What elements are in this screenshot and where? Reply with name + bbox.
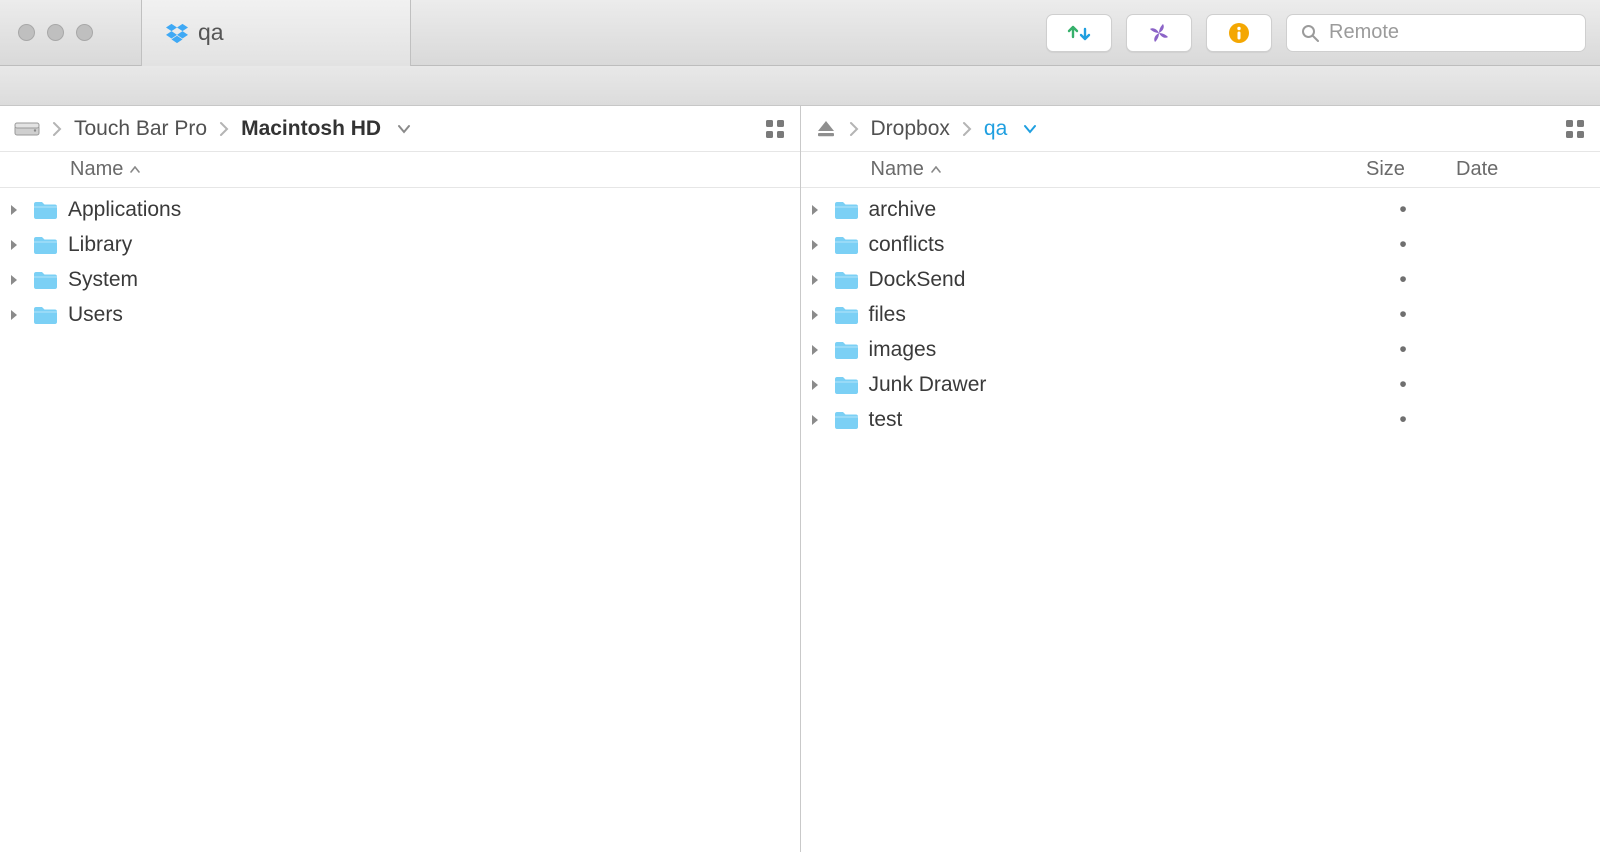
grid-view-button[interactable] bbox=[764, 118, 786, 140]
remote-pathbar: Dropbox qa bbox=[801, 106, 1600, 152]
breadcrumb-dropbox[interactable]: Dropbox bbox=[871, 117, 950, 141]
file-size: • bbox=[1358, 373, 1448, 397]
list-item[interactable]: Junk Drawer • bbox=[801, 367, 1600, 402]
title-bar: qa bbox=[0, 0, 1600, 66]
tab-label: qa bbox=[198, 19, 224, 46]
chevron-right-icon bbox=[219, 121, 229, 137]
folder-icon bbox=[833, 269, 859, 291]
list-item[interactable]: Applications bbox=[0, 192, 800, 227]
folder-icon bbox=[833, 234, 859, 256]
disclosure-triangle-icon[interactable] bbox=[8, 274, 24, 286]
local-pathbar: Touch Bar Pro Macintosh HD bbox=[0, 106, 800, 152]
list-item[interactable]: files • bbox=[801, 297, 1600, 332]
window-controls bbox=[0, 24, 111, 41]
eject-icon[interactable] bbox=[815, 119, 837, 139]
column-name-label: Name bbox=[70, 158, 123, 181]
close-window-button[interactable] bbox=[18, 24, 35, 41]
panes: Touch Bar Pro Macintosh HD Name bbox=[0, 106, 1600, 852]
file-size: • bbox=[1358, 303, 1448, 327]
list-item[interactable]: conflicts • bbox=[801, 227, 1600, 262]
info-icon bbox=[1227, 21, 1251, 45]
dropbox-icon bbox=[166, 22, 188, 44]
disclosure-triangle-icon[interactable] bbox=[8, 239, 24, 251]
local-file-list[interactable]: Applications Library System Users bbox=[0, 188, 800, 852]
disclosure-triangle-icon[interactable] bbox=[809, 239, 825, 251]
file-size: • bbox=[1358, 268, 1448, 292]
chevron-down-icon[interactable] bbox=[1023, 124, 1037, 134]
search-icon bbox=[1301, 24, 1319, 42]
sort-ascending-icon bbox=[129, 166, 141, 174]
disclosure-triangle-icon[interactable] bbox=[8, 204, 24, 216]
sync-button[interactable] bbox=[1046, 14, 1112, 52]
file-name: conflicts bbox=[867, 233, 1351, 257]
file-size: • bbox=[1358, 198, 1448, 222]
list-item[interactable]: Users bbox=[0, 297, 800, 332]
disclosure-triangle-icon[interactable] bbox=[809, 274, 825, 286]
list-item[interactable]: test • bbox=[801, 402, 1600, 437]
folder-icon bbox=[833, 339, 859, 361]
pinwheel-button[interactable] bbox=[1126, 14, 1192, 52]
list-item[interactable]: System bbox=[0, 262, 800, 297]
chevron-right-icon bbox=[962, 121, 972, 137]
file-size: • bbox=[1358, 233, 1448, 257]
folder-icon bbox=[833, 409, 859, 431]
disclosure-triangle-icon[interactable] bbox=[8, 309, 24, 321]
folder-icon bbox=[32, 234, 58, 256]
local-column-header[interactable]: Name bbox=[0, 152, 800, 188]
secondary-bar bbox=[0, 66, 1600, 106]
disclosure-triangle-icon[interactable] bbox=[809, 309, 825, 321]
chevron-right-icon bbox=[849, 121, 859, 137]
chevron-down-icon[interactable] bbox=[397, 124, 411, 134]
toolbar bbox=[1046, 14, 1600, 52]
remote-file-list[interactable]: archive • conflicts • DockSend • files • images •… bbox=[801, 188, 1600, 852]
search-input[interactable] bbox=[1329, 21, 1571, 44]
folder-icon bbox=[32, 304, 58, 326]
local-pane: Touch Bar Pro Macintosh HD Name bbox=[0, 106, 800, 852]
column-date-label: Date bbox=[1456, 158, 1586, 181]
file-name: files bbox=[867, 303, 1351, 327]
file-size: • bbox=[1358, 338, 1448, 362]
file-name: test bbox=[867, 408, 1351, 432]
grid-view-button[interactable] bbox=[1564, 118, 1586, 140]
file-name: Junk Drawer bbox=[867, 373, 1351, 397]
list-item[interactable]: DockSend • bbox=[801, 262, 1600, 297]
remote-pane: Dropbox qa Name bbox=[800, 106, 1600, 852]
breadcrumb-macintosh-hd[interactable]: Macintosh HD bbox=[241, 117, 381, 141]
pinwheel-icon bbox=[1147, 21, 1171, 45]
sync-icon bbox=[1065, 22, 1093, 44]
file-name: archive bbox=[867, 198, 1351, 222]
disclosure-triangle-icon[interactable] bbox=[809, 379, 825, 391]
search-box[interactable] bbox=[1286, 14, 1586, 52]
file-name: images bbox=[867, 338, 1351, 362]
breadcrumb-touch-bar-pro[interactable]: Touch Bar Pro bbox=[74, 117, 207, 141]
minimize-window-button[interactable] bbox=[47, 24, 64, 41]
file-name: Applications bbox=[66, 198, 786, 222]
list-item[interactable]: images • bbox=[801, 332, 1600, 367]
folder-icon bbox=[833, 304, 859, 326]
folder-icon bbox=[32, 199, 58, 221]
column-name-label: Name bbox=[871, 158, 924, 181]
disclosure-triangle-icon[interactable] bbox=[809, 344, 825, 356]
info-button[interactable] bbox=[1206, 14, 1272, 52]
column-size-label: Size bbox=[1366, 158, 1456, 181]
file-name: Library bbox=[66, 233, 786, 257]
remote-column-header[interactable]: Name Size Date bbox=[801, 152, 1600, 188]
file-name: System bbox=[66, 268, 786, 292]
file-size: • bbox=[1358, 408, 1448, 432]
list-item[interactable]: archive • bbox=[801, 192, 1600, 227]
file-name: Users bbox=[66, 303, 786, 327]
folder-icon bbox=[833, 199, 859, 221]
list-item[interactable]: Library bbox=[0, 227, 800, 262]
breadcrumb-qa[interactable]: qa bbox=[984, 117, 1007, 141]
disk-icon[interactable] bbox=[14, 119, 40, 139]
folder-icon bbox=[32, 269, 58, 291]
chevron-right-icon bbox=[52, 121, 62, 137]
file-name: DockSend bbox=[867, 268, 1351, 292]
disclosure-triangle-icon[interactable] bbox=[809, 414, 825, 426]
zoom-window-button[interactable] bbox=[76, 24, 93, 41]
sort-ascending-icon bbox=[930, 166, 942, 174]
tab-qa[interactable]: qa bbox=[141, 0, 411, 66]
folder-icon bbox=[833, 374, 859, 396]
disclosure-triangle-icon[interactable] bbox=[809, 204, 825, 216]
